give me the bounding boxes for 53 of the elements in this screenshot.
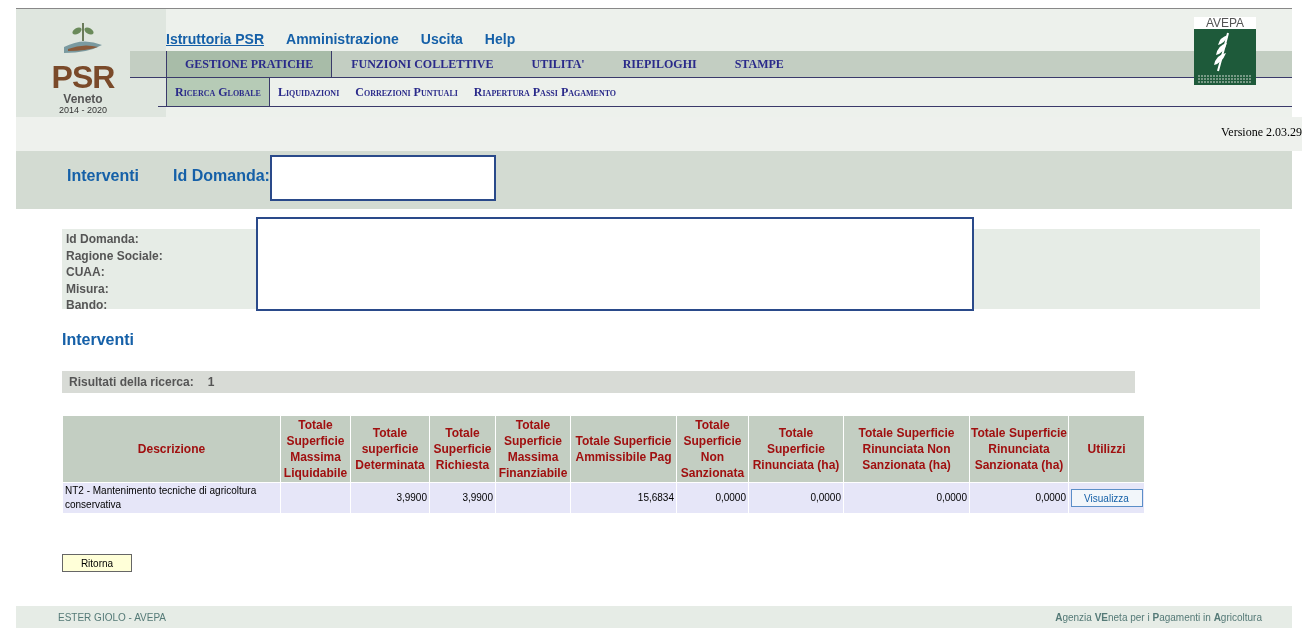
table-cell: 0,0000	[843, 482, 970, 514]
table-cell: 3,9900	[429, 482, 496, 514]
logo-title: PSR	[51, 61, 115, 93]
main-menu-tab[interactable]: GESTIONE PRATICHE	[166, 51, 333, 77]
detail-label: Bando:	[66, 297, 109, 314]
column-header: Totale Superficie Rinunciata (ha)	[748, 415, 844, 483]
sub-menu-tab[interactable]: Riapertura Passi Pagamento	[465, 78, 625, 106]
table-cell	[280, 482, 351, 514]
sub-menu-tab[interactable]: Correzioni Puntuali	[347, 78, 466, 106]
column-header: Descrizione	[62, 415, 281, 483]
detail-label: Ragione Sociale:	[66, 247, 164, 264]
column-header: Totale Superficie Rinunciata Sanzionata (ha)	[969, 415, 1069, 483]
detail-label: Id Domanda:	[66, 231, 140, 248]
table-cell: 0,0000	[676, 482, 749, 514]
view-button[interactable]: Visualizza	[1070, 489, 1143, 507]
main-menu-tab[interactable]: RIEPILOGHI	[603, 51, 716, 77]
logo-region: Veneto	[63, 93, 103, 105]
detail-label: Misura:	[66, 280, 110, 297]
top-menu-link[interactable]: Istruttoria PSR	[166, 31, 264, 51]
column-header: Totale Superficie Massima Finanziabile	[495, 415, 571, 483]
column-header: Totale Superficie Rinunciata Non Sanzionata (ha)	[843, 415, 970, 483]
sub-menu-tab[interactable]: Ricerca Globale	[166, 78, 270, 106]
footer-agency: Agenzia VEneta per i Pagamenti in Agricoltura	[1055, 611, 1262, 623]
table-cell: 15,6834	[570, 482, 677, 514]
table-cell: 0,0000	[969, 482, 1069, 514]
main-menu-tab[interactable]: UTILITA'	[512, 51, 604, 77]
column-header: Totale Superficie Ammissibile Pag	[570, 415, 677, 483]
column-header: Totale Superficie Richiesta	[429, 415, 496, 483]
table-cell: 0,0000	[748, 482, 844, 514]
main-menu-tab[interactable]: STAMPE	[715, 51, 803, 77]
footer-user: ESTER GIOLO - AVEPA	[58, 611, 166, 623]
section-title: Interventi	[62, 331, 135, 349]
column-header: Totale Superficie Massima Liquidabile	[280, 415, 351, 483]
version-label: Versione 2.03.29	[1221, 125, 1302, 139]
sub-menu-tab[interactable]: Liquidazioni	[269, 78, 348, 106]
main-menu-tab[interactable]: FUNZIONI COLLETTIVE	[332, 51, 513, 77]
back-button[interactable]: Ritorna	[62, 554, 132, 572]
logo-period: 2014 - 2020	[58, 105, 107, 115]
top-menu-link[interactable]: Amministrazione	[286, 31, 399, 51]
results-label: Risultati della ricerca:	[69, 375, 194, 389]
column-header: Totale Superficie Non Sanzionata	[676, 415, 749, 483]
top-menu-link[interactable]: Help	[484, 31, 516, 51]
id-label: Id Domanda:	[173, 167, 270, 185]
agency-caption-drawing	[1194, 73, 1256, 85]
results-count: 1	[207, 375, 215, 389]
table-cell: NT2 - Mantenimento tecniche di agricoltura conservativa	[62, 482, 281, 514]
detail-label: CUAA:	[66, 264, 106, 281]
page-title: Interventi	[67, 167, 139, 185]
column-header: Utilizzi	[1068, 415, 1145, 483]
column-header: Totale superficie Determinata	[350, 415, 430, 483]
table-cell: 3,9900	[350, 482, 430, 514]
avepa-logo-title: AVEPA	[1205, 17, 1245, 29]
top-menu-link[interactable]: Uscita	[420, 31, 463, 51]
